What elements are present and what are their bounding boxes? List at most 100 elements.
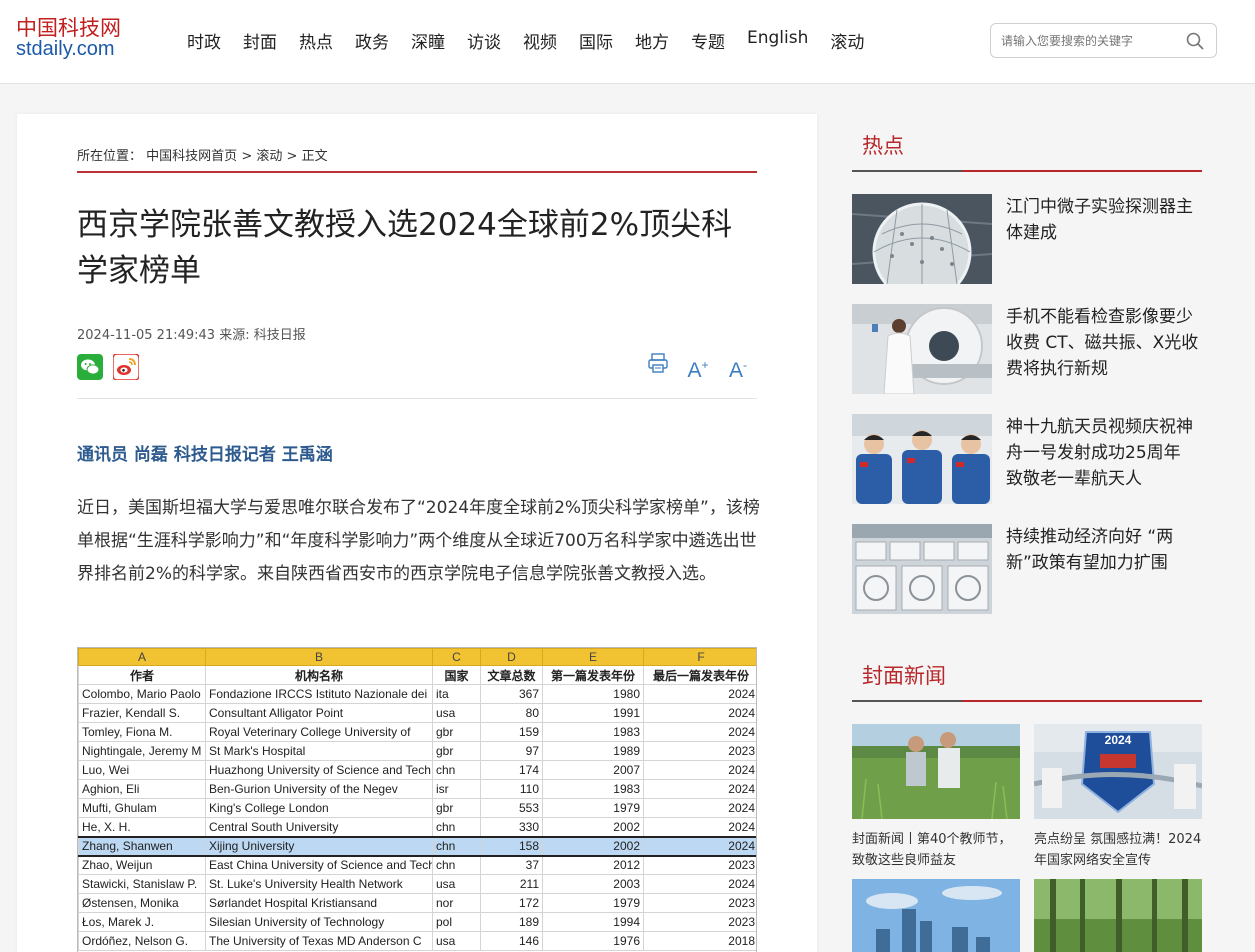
article-title: 西京学院张善文教授入选2024全球前2%顶尖科学家榜单 — [77, 207, 733, 289]
nav-item-difang[interactable]: 地方 — [635, 28, 669, 53]
sheet-body: Colombo, Mario Paolo Fondazione IRCCS Ist… — [78, 684, 756, 951]
sheet-col-c: C — [432, 648, 481, 666]
sheet-column-letters: A B C D E F — [78, 648, 756, 666]
hot-section-title: 热点 — [862, 134, 904, 158]
nav-item-zhuanti[interactable]: 专题 — [691, 28, 725, 53]
sheet-cell-author: Stawicki, Stanislaw P. — [78, 874, 206, 894]
font-increase-letter: A — [687, 359, 702, 382]
breadcrumb-gundong[interactable]: 滚动 — [256, 149, 282, 164]
sheet-cell-author: Luo, Wei — [78, 760, 206, 780]
font-increase-icon[interactable]: A+ — [685, 352, 711, 382]
sheet-cell-country: gbr — [432, 741, 481, 761]
sheet-cell-papers: 211 — [480, 874, 543, 894]
sheet-cell-author: Łos, Marek J. — [78, 912, 206, 932]
article-tools: A+ A- — [645, 352, 751, 382]
city-skyline-image — [852, 879, 1020, 952]
font-increase-plus: + — [701, 358, 709, 372]
sheet-cell-last-year: 2024 — [643, 798, 756, 818]
forest-image — [1034, 879, 1202, 952]
sheet-cell-country: chn — [432, 760, 481, 780]
nav-item-zhengwu[interactable]: 政务 — [355, 28, 389, 53]
logo-en: stdaily.com — [16, 38, 115, 60]
article-divider — [77, 398, 757, 399]
sheet-cell-country: nor — [432, 893, 481, 913]
sheet-cell-country: ita — [432, 684, 481, 704]
search-icon[interactable] — [1186, 32, 1204, 50]
hot-item[interactable]: 神十九航天员视频庆祝神舟一号发射成功25周年 致敬老一辈航天人 — [852, 414, 1202, 504]
cover-news-item[interactable] — [1034, 879, 1202, 952]
cover-news-text: 封面新闻丨第40个教师节，致敬这些良师益友 — [852, 832, 1012, 868]
sheet-cell-author: Colombo, Mario Paolo — [78, 684, 206, 704]
sheet-row: Stawicki, Stanislaw P. St. Luke's Univers… — [78, 874, 756, 894]
sheet-cell-first-year: 1980 — [542, 684, 644, 704]
sheet-row: Łos, Marek J. Silesian University of Tech… — [78, 912, 756, 932]
nav-item-shipin[interactable]: 视频 — [523, 28, 557, 53]
nav-item-gundong[interactable]: 滚动 — [830, 28, 864, 53]
sheet-cell-first-year: 2012 — [542, 855, 644, 875]
top-header: 中国科技网 stdaily.com 时政 封面 热点 政务 深瞳 访谈 视频 国… — [0, 0, 1255, 84]
sheet-cell-first-year: 1991 — [542, 703, 644, 723]
hot-item[interactable]: 手机不能看检查影像要少收费 CT、磁共振、X光收费将执行新规 — [852, 304, 1202, 394]
sheet-cell-papers: 174 — [480, 760, 543, 780]
hot-item-text: 神十九航天员视频庆祝神舟一号发射成功25周年 致敬老一辈航天人 — [1006, 417, 1193, 489]
hot-item[interactable]: 持续推动经济向好 “两新”政策有望加力扩围 — [852, 524, 1202, 614]
sheet-cell-first-year: 1983 — [542, 722, 644, 742]
sheet-row: Frazier, Kendall S. Consultant Alligator … — [78, 703, 756, 723]
sheet-cell-first-year: 2007 — [542, 760, 644, 780]
sheet-row: Zhao, Weijun East China University of Sci… — [78, 855, 756, 875]
site-logo[interactable]: 中国科技网 stdaily.com — [16, 12, 141, 68]
sheet-cell-country: usa — [432, 931, 481, 951]
sheet-header-country: 国家 — [432, 665, 481, 685]
sheet-cell-first-year: 1989 — [542, 741, 644, 761]
sheet-cell-papers: 330 — [480, 817, 543, 837]
sheet-cell-first-year: 1976 — [542, 931, 644, 951]
font-decrease-letter: A — [728, 359, 743, 382]
cover-news-text: 亮点纷呈 氛围感拉满！2024年国家网络安全宣传 — [1034, 832, 1202, 868]
nav-item-shentong[interactable]: 深瞳 — [411, 28, 445, 53]
sheet-cell-last-year: 2024 — [643, 874, 756, 894]
nav-item-redian[interactable]: 热点 — [299, 28, 333, 53]
nav-item-guoji[interactable]: 国际 — [579, 28, 613, 53]
sheet-header-row: 作者 机构名称 国家 文章总数 第一篇发表年份 最后一篇发表年份 — [78, 665, 756, 685]
sheet-cell-last-year: 2024 — [643, 684, 756, 704]
search-input[interactable] — [1001, 32, 1181, 50]
cover-section-divider — [852, 700, 1202, 702]
sheet-row: Nightingale, Jeremy M St Mark's Hospital g… — [78, 741, 756, 761]
nav-item-english[interactable]: English — [747, 28, 808, 53]
sheet-cell-last-year: 2023 — [643, 912, 756, 932]
sheet-cell-institution: Consultant Alligator Point — [205, 703, 433, 723]
breadcrumb-home[interactable]: 中国科技网首页 — [146, 149, 237, 164]
font-decrease-icon[interactable]: A- — [725, 352, 751, 382]
sheet-cell-papers: 172 — [480, 893, 543, 913]
cover-news-item[interactable]: 封面新闻丨第40个教师节，致敬这些良师益友 — [852, 724, 1020, 871]
sheet-cell-last-year: 2023 — [643, 893, 756, 913]
breadcrumb-separator: > — [241, 149, 253, 164]
sheet-header-last-year: 最后一篇发表年份 — [643, 665, 756, 685]
sheet-cell-last-year: 2024 — [643, 760, 756, 780]
sheet-cell-institution: Fondazione IRCCS Istituto Nazionale dei — [205, 684, 433, 704]
nav-item-fangtan[interactable]: 访谈 — [467, 28, 501, 53]
sheet-cell-country: gbr — [432, 722, 481, 742]
nav-item-shizheng[interactable]: 时政 — [187, 28, 221, 53]
sheet-cell-author: Nightingale, Jeremy M — [78, 741, 206, 761]
sheet-cell-first-year: 2003 — [542, 874, 644, 894]
sheet-cell-institution: Xijing University — [205, 835, 433, 857]
sheet-cell-papers: 553 — [480, 798, 543, 818]
breadcrumb-current: 正文 — [301, 149, 328, 164]
sheet-row: Aghion, Eli Ben-Gurion University of the … — [78, 779, 756, 799]
sheet-row: He, X. H. Central South University chn 330 2… — [78, 817, 756, 837]
hot-item[interactable]: 江门中微子实验探测器主体建成 — [852, 194, 1202, 284]
sheet-cell-first-year: 1979 — [542, 798, 644, 818]
nav-item-fengmian[interactable]: 封面 — [243, 28, 277, 53]
cover-news-item[interactable]: 2024 亮点纷呈 氛围感拉满！2024年国家网络安全宣传 — [1034, 724, 1202, 871]
sheet-col-d: D — [480, 648, 543, 666]
print-icon[interactable] — [645, 352, 671, 378]
weibo-icon[interactable] — [112, 353, 140, 381]
wechat-icon[interactable] — [77, 354, 103, 380]
breadcrumb-divider — [77, 171, 757, 173]
sheet-cell-first-year: 2002 — [542, 817, 644, 837]
cover-news-item[interactable] — [852, 879, 1020, 952]
sheet-cell-first-year: 1994 — [542, 912, 644, 932]
sheet-row-highlighted: Zhang, Shanwen Xijing University chn 158 200… — [78, 835, 756, 857]
sheet-cell-institution: Ben-Gurion University of the Negev — [205, 779, 433, 799]
